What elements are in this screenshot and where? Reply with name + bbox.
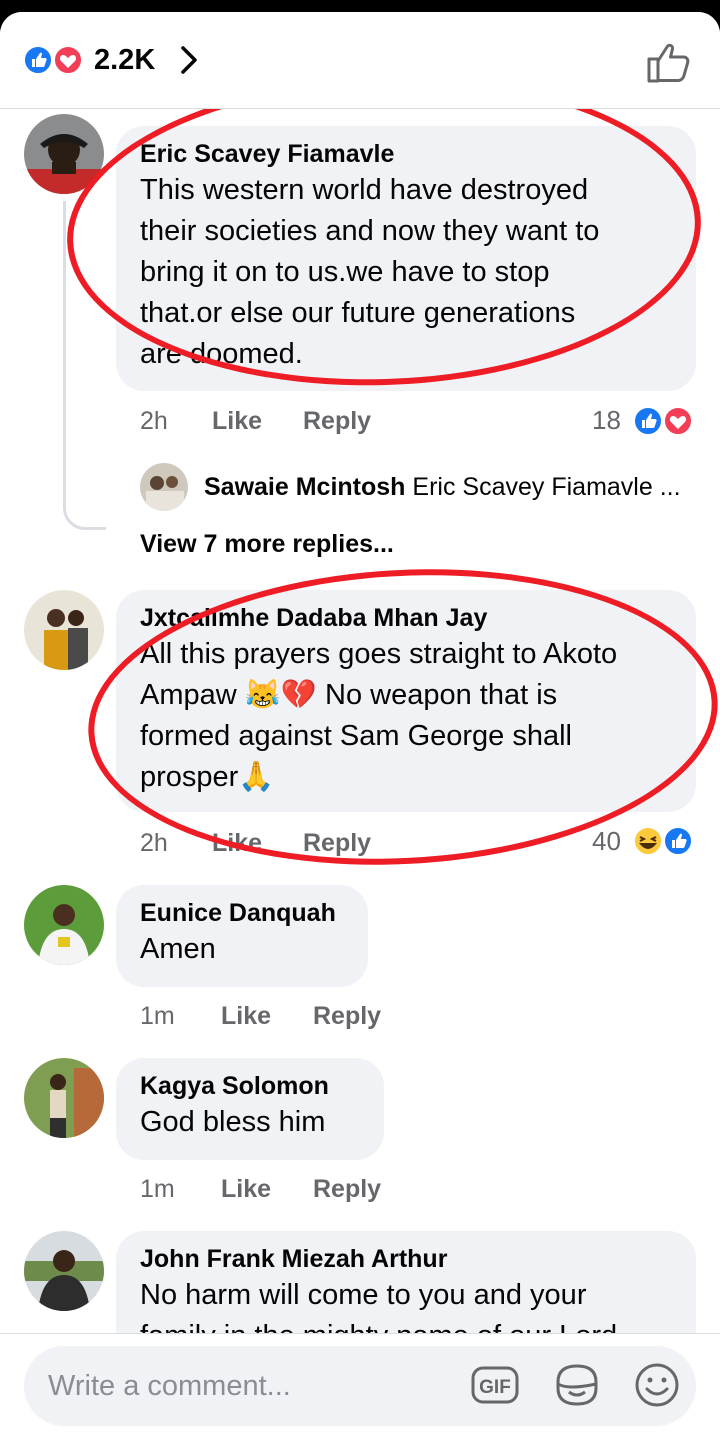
comment-time[interactable]: 1m xyxy=(140,1174,175,1204)
comments-sheet: 2.2K Eric Scavey Fiamavle This western w… xyxy=(0,12,720,1441)
comment-author[interactable]: Eric Scavey Fiamavle xyxy=(140,138,672,170)
reply-preview[interactable]: Sawaie Mcintosh Eric Scavey Fiamavle ... xyxy=(204,472,681,502)
reply-author[interactable]: Sawaie Mcintosh xyxy=(204,473,405,501)
avatar[interactable] xyxy=(140,463,188,511)
comment-text: Amen xyxy=(140,933,216,965)
comment-author[interactable]: Eunice Danquah xyxy=(140,897,344,929)
comment-input[interactable] xyxy=(48,1346,458,1426)
view-more-replies[interactable]: View 7 more replies... xyxy=(140,529,394,559)
reply-button[interactable]: Reply xyxy=(303,406,371,436)
avatar[interactable] xyxy=(24,114,104,194)
comment-composer: GIF xyxy=(0,1333,720,1441)
emoji-icon[interactable] xyxy=(632,1360,682,1410)
chevron-right-icon[interactable] xyxy=(178,45,200,75)
avatar[interactable] xyxy=(24,590,104,670)
comment-text-line: prosper🙏 xyxy=(140,761,275,793)
comment-bubble[interactable]: Eunice Danquah Amen xyxy=(116,885,368,987)
avatar[interactable] xyxy=(24,1058,104,1138)
comment-text-line: No harm will come to you and your xyxy=(140,1279,587,1311)
comment-text-line: This western world have destroyed xyxy=(140,174,589,206)
comment-input-container[interactable]: GIF xyxy=(24,1346,696,1426)
haha-like-icons[interactable] xyxy=(630,825,698,857)
comment-author[interactable]: Jxtcallmhe Dadaba Mhan Jay xyxy=(140,602,672,634)
comment-author[interactable]: John Frank Miezah Arthur xyxy=(140,1243,672,1275)
comment-time[interactable]: 1m xyxy=(140,1001,175,1031)
like-thumb-icon[interactable] xyxy=(646,40,692,84)
comment-time[interactable]: 2h xyxy=(140,406,168,436)
reply-preview-text: Eric Scavey Fiamavle ... xyxy=(412,473,681,501)
like-button[interactable]: Like xyxy=(221,1174,271,1204)
comment-bubble[interactable]: John Frank Miezah Arthur No harm will co… xyxy=(116,1231,696,1333)
reactions-header: 2.2K xyxy=(0,12,720,109)
reply-button[interactable]: Reply xyxy=(313,1001,381,1031)
comment-text-line: are doomed. xyxy=(140,338,303,370)
reply-button[interactable]: Reply xyxy=(313,1174,381,1204)
reaction-count[interactable]: 40 xyxy=(592,826,621,856)
comment-actions: 1m Like Reply xyxy=(140,1001,540,1033)
avatar[interactable] xyxy=(24,1231,104,1311)
comment-text-line: that.or else our future generations xyxy=(140,297,576,329)
svg-text:GIF: GIF xyxy=(479,1377,511,1398)
comment-text: God bless him xyxy=(140,1106,326,1138)
comments-list: Eric Scavey Fiamavle This western world … xyxy=(0,109,720,1333)
comment-text-line: formed against Sam George shall xyxy=(140,720,572,752)
comment-bubble[interactable]: Eric Scavey Fiamavle This western world … xyxy=(116,126,696,391)
comment-time[interactable]: 2h xyxy=(140,828,168,858)
reaction-count[interactable]: 2.2K xyxy=(94,44,155,76)
like-button[interactable]: Like xyxy=(221,1001,271,1031)
sticker-icon[interactable] xyxy=(552,1360,602,1410)
gif-icon[interactable]: GIF xyxy=(470,1360,520,1410)
comment-text-line: All this prayers goes straight to Akoto xyxy=(140,638,618,670)
like-love-icons[interactable] xyxy=(632,405,698,437)
thread-line xyxy=(63,201,106,530)
comment-text-line: Ampaw 😹💔 No weapon that is xyxy=(140,679,558,711)
comment-author[interactable]: Kagya Solomon xyxy=(140,1070,360,1102)
comment-text-line: their societies and now they want to xyxy=(140,215,600,247)
reaction-icons[interactable] xyxy=(22,44,92,76)
reaction-count[interactable]: 18 xyxy=(592,405,621,435)
comment-text-line: bring it on to us.we have to stop xyxy=(140,256,550,288)
comment-text-line: family in the mighty name of our Lord xyxy=(140,1316,672,1333)
comment-bubble[interactable]: Jxtcallmhe Dadaba Mhan Jay All this pray… xyxy=(116,590,696,812)
like-button[interactable]: Like xyxy=(212,828,262,858)
avatar[interactable] xyxy=(24,885,104,965)
reply-button[interactable]: Reply xyxy=(303,828,371,858)
comment-actions: 1m Like Reply xyxy=(140,1174,540,1206)
like-button[interactable]: Like xyxy=(212,406,262,436)
comment-bubble[interactable]: Kagya Solomon God bless him xyxy=(116,1058,384,1160)
